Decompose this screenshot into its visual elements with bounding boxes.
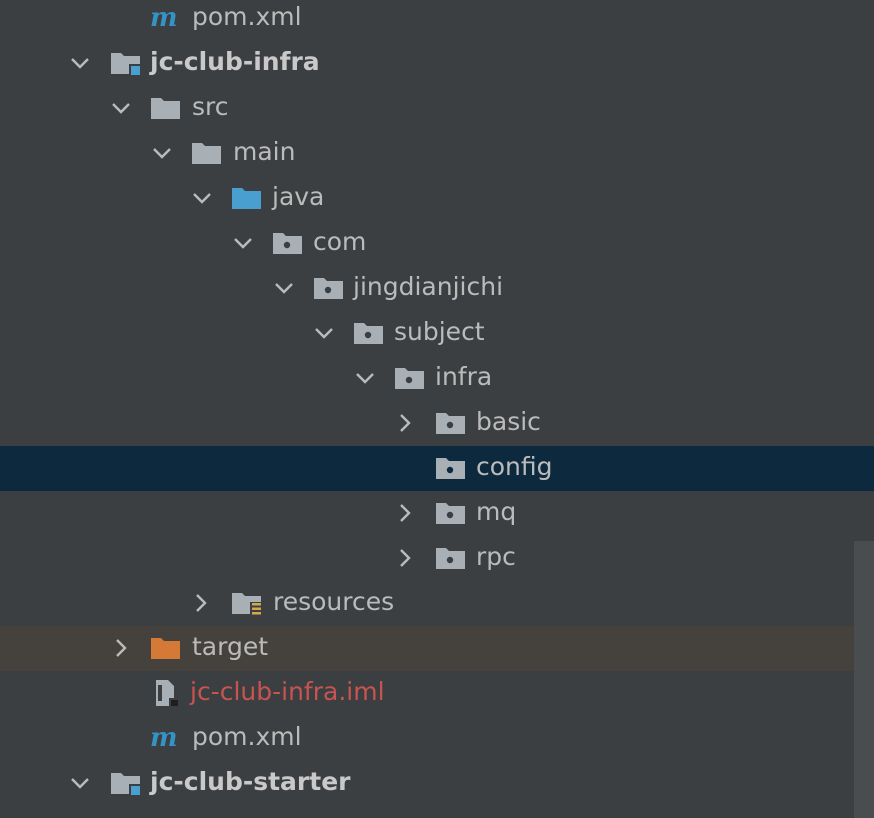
tree-item-java[interactable]: java: [0, 176, 874, 221]
chevron-down-icon[interactable]: [68, 771, 92, 795]
tree-item-label: config: [476, 452, 553, 481]
tree-item-src[interactable]: src: [0, 86, 874, 131]
tree-item-main[interactable]: main: [0, 131, 874, 176]
tree-item-infra[interactable]: infra: [0, 356, 874, 401]
resources-folder-icon: [231, 589, 265, 617]
tree-item-label: src: [192, 92, 229, 121]
chevron-down-icon[interactable]: [231, 231, 255, 255]
tree-item-pom-xml[interactable]: m pom.xml: [0, 0, 874, 41]
chevron-right-icon[interactable]: [393, 546, 417, 570]
chevron-down-icon[interactable]: [109, 96, 133, 120]
tree-item-label: main: [233, 137, 296, 166]
folder-icon: [191, 139, 225, 167]
module-folder-icon: [110, 49, 144, 77]
tree-item-resources[interactable]: resources: [0, 581, 874, 626]
chevron-right-icon[interactable]: [189, 591, 213, 615]
tree-item-label: infra: [435, 362, 493, 391]
tree-item-label: pom.xml: [192, 722, 302, 751]
maven-m-icon: m: [150, 3, 178, 33]
tree-item-mq[interactable]: mq: [0, 491, 874, 536]
tree-item-rpc[interactable]: rpc: [0, 536, 874, 581]
tree-item-config[interactable]: config: [0, 446, 874, 491]
tree-item-label: jc-club-infra: [150, 47, 320, 76]
chevron-down-icon[interactable]: [353, 366, 377, 390]
chevron-right-icon[interactable]: [109, 636, 133, 660]
tree-item-jingdianjichi[interactable]: jingdianjichi: [0, 266, 874, 311]
chevron-down-icon[interactable]: [68, 51, 92, 75]
maven-m-icon: m: [150, 723, 178, 753]
chevron-down-icon[interactable]: [312, 321, 336, 345]
package-icon: [353, 319, 387, 347]
tree-item-subject[interactable]: subject: [0, 311, 874, 356]
package-icon: [435, 409, 469, 437]
chevron-down-icon[interactable]: [150, 141, 174, 165]
folder-icon: [150, 94, 184, 122]
tree-item-com[interactable]: com: [0, 221, 874, 266]
source-root-folder-icon: [231, 184, 265, 212]
project-tree: m pom.xml jc-club-infra src main java co…: [0, 0, 874, 818]
chevron-right-icon[interactable]: [393, 411, 417, 435]
chevron-right-icon[interactable]: [393, 501, 417, 525]
tree-item-label: resources: [273, 587, 395, 616]
tree-item-label: com: [313, 227, 367, 256]
tree-item-target[interactable]: target: [0, 626, 874, 671]
package-icon: [394, 364, 428, 392]
package-icon: [272, 229, 306, 257]
package-icon: [435, 544, 469, 572]
tree-item-jc-club-starter[interactable]: jc-club-starter: [0, 761, 874, 806]
package-icon: [435, 499, 469, 527]
package-icon: [435, 454, 469, 482]
tree-item-label: basic: [476, 407, 541, 436]
tree-item-label: jc-club-infra.iml: [190, 677, 385, 706]
tree-item-label: target: [192, 632, 269, 661]
chevron-down-icon[interactable]: [272, 276, 296, 300]
tree-item-iml-file[interactable]: jc-club-infra.iml: [0, 671, 874, 716]
tree-item-label: java: [272, 182, 325, 211]
tree-item-label: rpc: [476, 542, 516, 571]
tree-item-label: mq: [476, 497, 517, 526]
tree-item-label: subject: [394, 317, 485, 346]
tree-item-pom-xml[interactable]: m pom.xml: [0, 716, 874, 761]
vertical-scrollbar[interactable]: [854, 541, 874, 818]
tree-item-label: jc-club-starter: [150, 767, 351, 796]
excluded-folder-icon: [150, 634, 184, 662]
tree-item-label: pom.xml: [192, 2, 302, 31]
tree-item-label: jingdianjichi: [353, 272, 504, 301]
tree-item-basic[interactable]: basic: [0, 401, 874, 446]
package-icon: [313, 274, 347, 302]
tree-item-jc-club-infra[interactable]: jc-club-infra: [0, 41, 874, 86]
chevron-down-icon[interactable]: [190, 186, 214, 210]
module-folder-icon: [110, 769, 144, 797]
iml-file-icon: [152, 679, 186, 707]
